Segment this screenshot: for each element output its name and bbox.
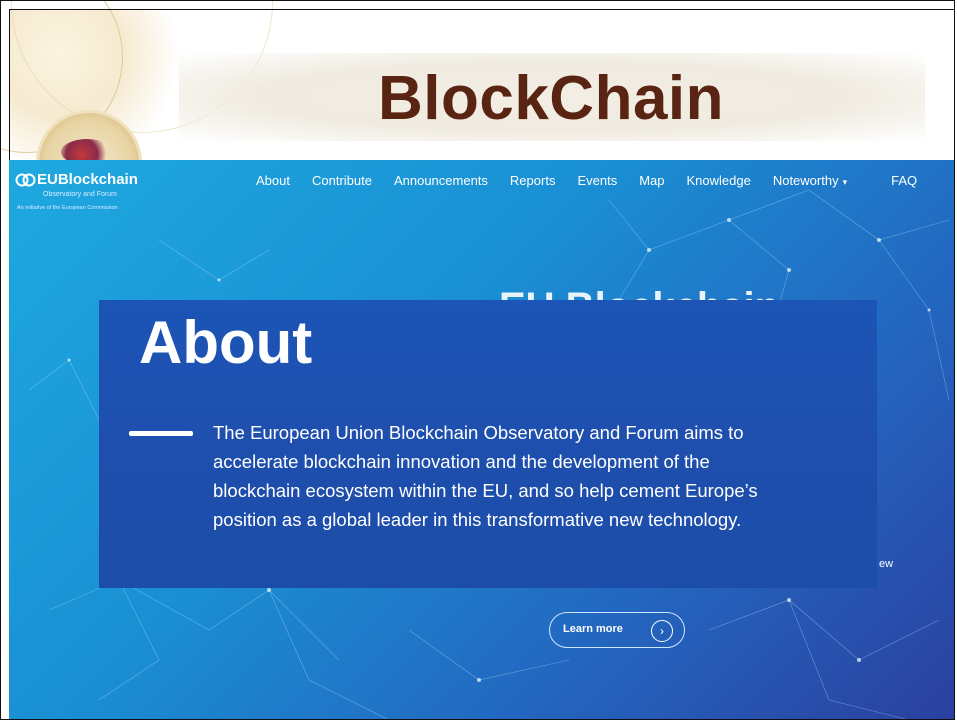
nav-item-noteworthy-label: Noteworthy bbox=[772, 173, 839, 188]
nav-item-contribute[interactable]: Contribute bbox=[312, 173, 372, 188]
chevron-right-icon: › bbox=[651, 620, 673, 642]
about-line: The European Union Blockchain Observator… bbox=[213, 422, 744, 443]
about-line: accelerate blockchain innovation and the… bbox=[213, 451, 710, 472]
about-overlay: About The European Union Blockchain Obse… bbox=[99, 300, 877, 588]
hero-text-fragment: ew bbox=[879, 558, 894, 570]
nav-item-knowledge[interactable]: Knowledge bbox=[687, 173, 751, 188]
logo-tagline: An initiative of the European Commission bbox=[17, 205, 118, 211]
nav-item-noteworthy[interactable]: Noteworthy ▾ bbox=[773, 173, 869, 188]
logo-name: EUBlockchain bbox=[37, 171, 138, 188]
frame-rule bbox=[9, 9, 954, 10]
about-line: position as a global leader in this tran… bbox=[213, 509, 742, 530]
logo-rings-icon bbox=[15, 173, 36, 187]
nav-item-events[interactable]: Events bbox=[577, 173, 617, 188]
nav-item-announcements[interactable]: Announcements bbox=[394, 173, 488, 188]
learn-more-button[interactable]: Learn more › bbox=[549, 612, 685, 648]
nav-item-faq[interactable]: FAQ bbox=[891, 173, 917, 188]
accent-dash bbox=[129, 431, 193, 436]
nav-item-map[interactable]: Map bbox=[639, 173, 664, 188]
nav-item-reports[interactable]: Reports bbox=[510, 173, 556, 188]
about-line: blockchain ecosystem within the EU, and … bbox=[213, 480, 758, 501]
website-screenshot: EUBlockchain Observatory and Forum An in… bbox=[9, 160, 954, 719]
nav-item-about[interactable]: About bbox=[256, 173, 290, 188]
learn-more-label: Learn more bbox=[563, 623, 623, 635]
main-nav: About Contribute Announcements Reports E… bbox=[256, 173, 939, 188]
about-description: The European Union Blockchain Observator… bbox=[213, 418, 853, 534]
about-heading: About bbox=[139, 309, 313, 376]
chevron-down-icon: ▾ bbox=[842, 177, 848, 187]
slide: BlockChain EUBlockchain Observatory and … bbox=[0, 0, 955, 720]
slide-title: BlockChain bbox=[377, 64, 725, 133]
logo-subtitle: Observatory and Forum bbox=[43, 191, 117, 198]
